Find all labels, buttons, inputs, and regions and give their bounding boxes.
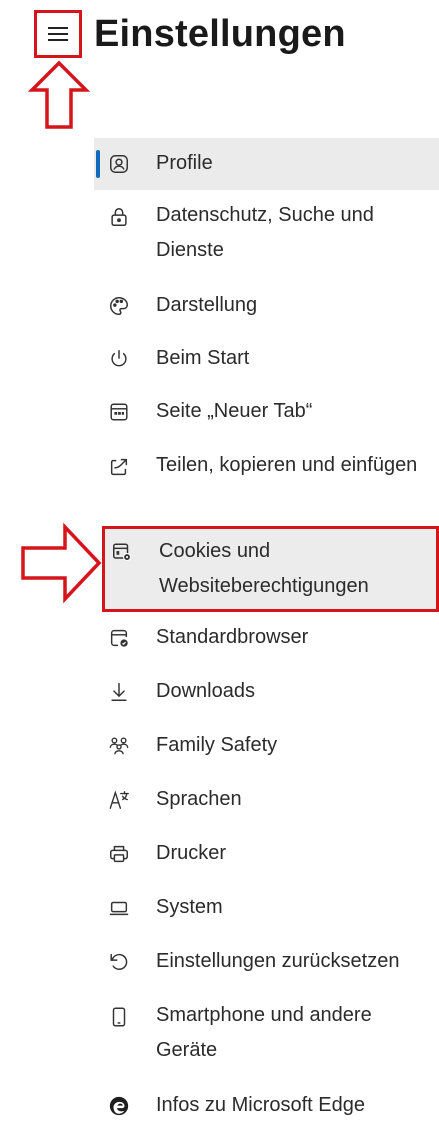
nav-item-languages[interactable]: Sprachen	[94, 774, 439, 828]
printer-icon	[106, 841, 132, 867]
language-icon	[106, 787, 132, 813]
reset-icon	[106, 949, 132, 975]
active-indicator	[96, 150, 100, 178]
nav-item-downloads[interactable]: Downloads	[94, 666, 439, 720]
nav-item-label: Darstellung	[156, 294, 258, 316]
nav-item-reset-settings[interactable]: Einstellungen zurücksetzen	[94, 936, 439, 990]
profile-icon	[106, 151, 132, 177]
power-icon	[106, 346, 132, 372]
nav-item-label: Datenschutz, Suche und Dienste	[156, 204, 374, 261]
hamburger-menu-button[interactable]	[34, 10, 82, 58]
nav-item-label: Drucker	[156, 842, 227, 864]
download-icon	[106, 679, 132, 705]
nav-item-share-copy-paste[interactable]: Teilen, kopieren und einfügen	[94, 440, 439, 526]
nav-item-cookies-permissions[interactable]: Cookies und Websiteberechtigungen	[102, 526, 439, 612]
new-tab-icon	[106, 399, 132, 425]
nav-item-about-edge[interactable]: Infos zu Microsoft Edge	[94, 1080, 439, 1134]
nav-item-label: Infos zu Microsoft Edge	[156, 1094, 365, 1116]
nav-item-label: Family Safety	[156, 734, 278, 756]
nav-item-family-safety[interactable]: Family Safety	[94, 720, 439, 774]
nav-item-label: Cookies und Websiteberechtigungen	[159, 540, 369, 597]
nav-item-label: Sprachen	[156, 788, 242, 810]
palette-icon	[106, 293, 132, 319]
nav-item-label: Smartphone und andere Geräte	[156, 1004, 372, 1061]
nav-item-appearance[interactable]: Darstellung	[94, 280, 439, 333]
page-title: Einstellungen	[94, 13, 346, 55]
share-icon	[106, 454, 132, 480]
nav-item-label: Standardbrowser	[156, 626, 309, 648]
laptop-icon	[106, 895, 132, 921]
nav-item-phone-devices[interactable]: Smartphone und andere Geräte	[94, 990, 439, 1080]
nav-item-label: System	[156, 896, 223, 918]
nav-item-label: Seite „Neuer Tab“	[156, 400, 313, 422]
nav-item-system[interactable]: System	[94, 882, 439, 936]
family-icon	[106, 733, 132, 759]
nav-item-label: Profile	[156, 152, 213, 174]
nav-item-privacy[interactable]: Datenschutz, Suche und Dienste	[94, 190, 439, 280]
nav-item-label: Einstellungen zurücksetzen	[156, 950, 400, 972]
smartphone-icon	[106, 1004, 132, 1030]
up-arrow-annotation-icon	[28, 60, 90, 130]
nav-item-printers[interactable]: Drucker	[94, 828, 439, 882]
edge-logo-icon	[106, 1093, 132, 1119]
nav-item-label: Beim Start	[156, 347, 250, 369]
hamburger-menu-icon	[48, 26, 68, 42]
nav-item-on-startup[interactable]: Beim Start	[94, 333, 439, 386]
nav-item-profile[interactable]: Profile	[94, 138, 439, 190]
default-browser-icon	[106, 625, 132, 651]
nav-item-label: Downloads	[156, 680, 255, 702]
nav-item-new-tab-page[interactable]: Seite „Neuer Tab“	[94, 386, 439, 440]
cookies-permissions-icon	[109, 539, 135, 565]
nav-item-label: Teilen, kopieren und einfügen	[156, 454, 418, 476]
right-arrow-annotation-icon	[20, 522, 102, 604]
lock-icon	[106, 204, 132, 230]
nav-item-default-browser[interactable]: Standardbrowser	[94, 612, 439, 666]
